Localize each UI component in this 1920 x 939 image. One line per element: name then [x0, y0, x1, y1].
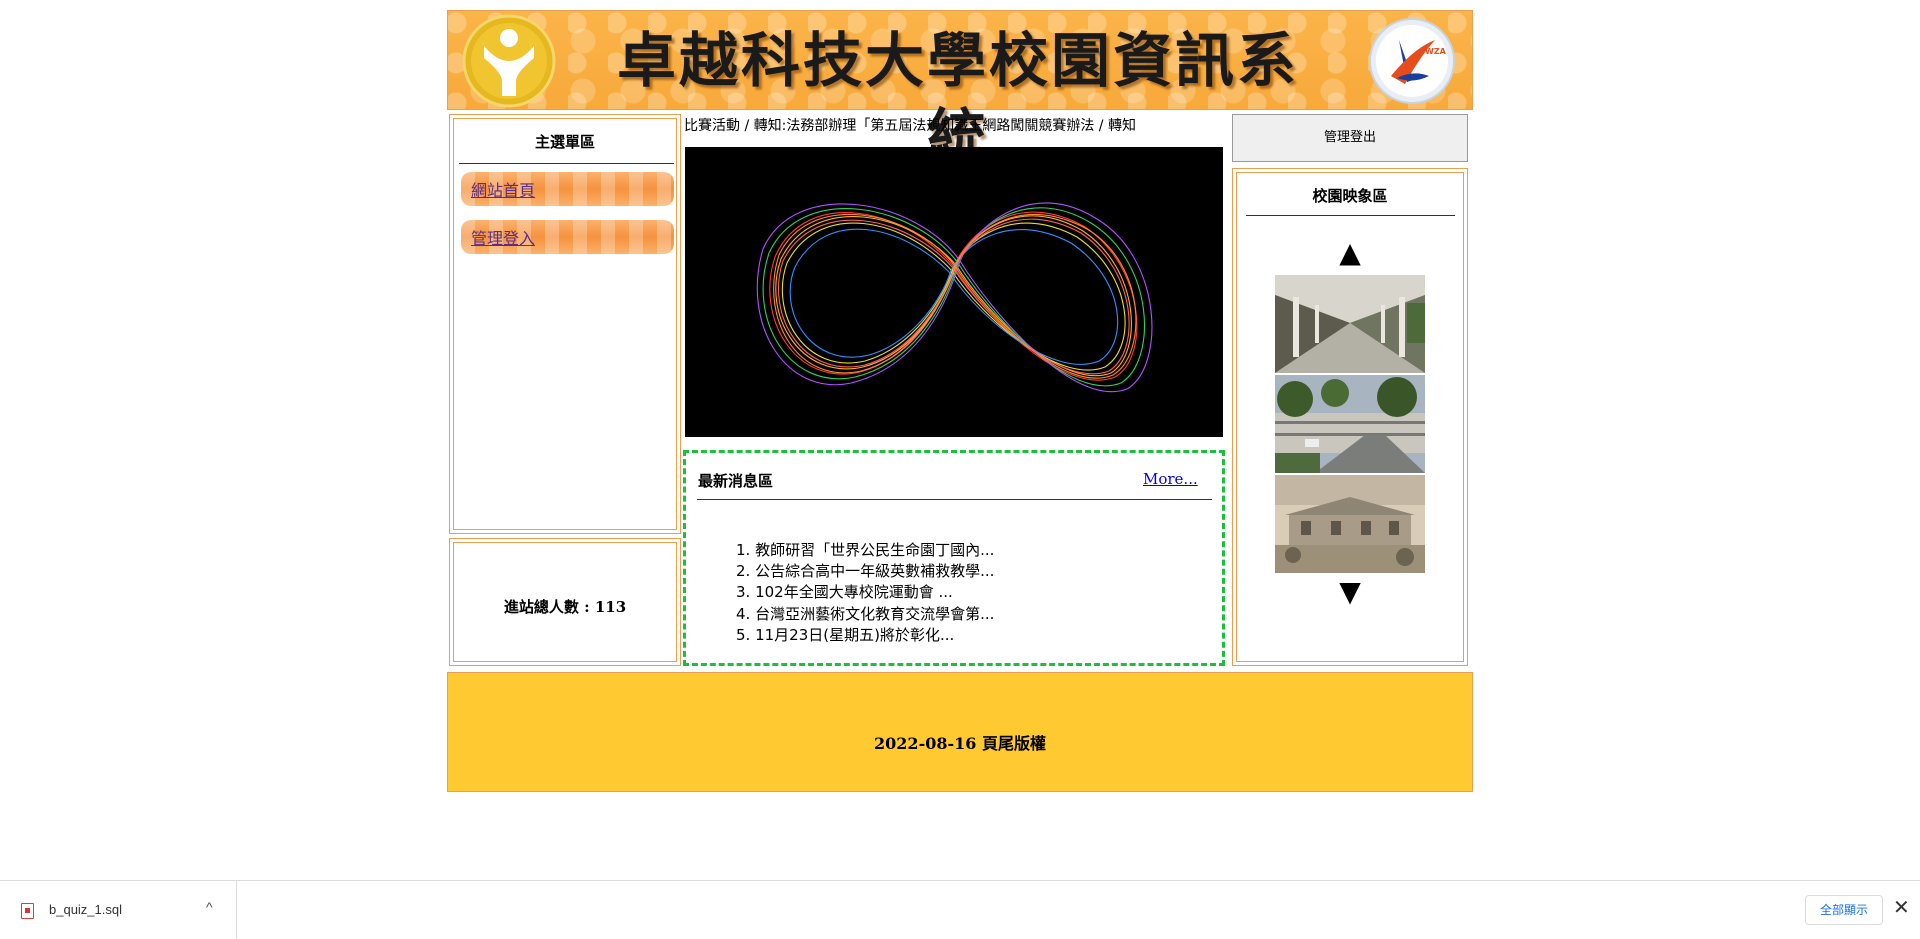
main-menu-divider [459, 163, 674, 164]
chevron-up-icon[interactable]: ^ [206, 899, 213, 915]
visitor-counter-text: 進站總人數 : 113 [503, 598, 627, 616]
campus-gallery-panel: 校園映象區 ▲ ▼ [1232, 168, 1468, 666]
logo-right-text: WZA [1425, 47, 1447, 56]
download-item[interactable]: b_quiz_1.sql ^ [0, 881, 237, 939]
news-item[interactable]: 3. 102年全國大專校院運動會 ... [736, 582, 994, 603]
download-file-name[interactable]: b_quiz_1.sql [49, 902, 122, 917]
gallery-up-arrow-icon[interactable]: ▲ [1233, 239, 1467, 267]
campus-photo-building[interactable] [1275, 475, 1425, 573]
main-menu-title: 主選單區 [534, 133, 595, 151]
campus-gallery-divider [1246, 215, 1455, 216]
site-footer: 2022-08-16 頁尾版權 [447, 672, 1473, 792]
visitor-counter-panel: 進站總人數 : 113 [449, 538, 681, 666]
anniversary-logo-icon: WZA [1369, 18, 1455, 104]
latest-news-title: 最新消息區 [698, 472, 774, 490]
close-icon[interactable]: ✕ [1893, 896, 1910, 920]
menu-item-home[interactable]: 網站首頁 [461, 172, 674, 206]
site-header: 卓越科技大學校園資訊系統 WZA [447, 10, 1473, 171]
menu-item-home-link[interactable]: 網站首頁 [471, 181, 535, 200]
school-emblem-icon [462, 14, 556, 108]
news-list: 1. 教師研習「世界公民生命園丁國內... 2. 公告綜合高中一年級英數補救教學… [736, 540, 994, 646]
footer-copyright-text: 2022-08-16 頁尾版權 [874, 734, 1046, 753]
download-bar: b_quiz_1.sql ^ 全部顯示 ✕ [0, 880, 1920, 939]
gallery-down-arrow-icon[interactable]: ▼ [1233, 578, 1467, 606]
menu-item-admin-login-link[interactable]: 管理登入 [471, 229, 535, 248]
campus-photo-corridor[interactable] [1275, 275, 1425, 373]
news-item[interactable]: 5. 11月23日(星期五)將於彰化... [736, 625, 994, 646]
show-all-downloads-button[interactable]: 全部顯示 [1805, 895, 1883, 925]
admin-logout-button[interactable]: 管理登出 [1232, 114, 1468, 162]
file-icon [21, 903, 34, 919]
latest-news-panel: 最新消息區 More... 1. 教師研習「世界公民生命園丁國內... 2. 公… [683, 450, 1225, 666]
news-item[interactable]: 4. 台灣亞洲藝術文化教育交流學會第... [736, 604, 994, 625]
campus-photo-driveway[interactable] [1275, 375, 1425, 473]
news-more-link[interactable]: More... [1143, 470, 1198, 488]
latest-news-divider [697, 499, 1212, 500]
page-container: 卓越科技大學校園資訊系統 WZA 主選單區 網站首頁 管理登入 進站總人數 : … [447, 10, 1473, 792]
showcase-animation [685, 147, 1223, 437]
marquee-text: 書法比賽活動 / 轉知:法務部辦理「第五屆法規知識王網路闖關競賽辦法 / 轉知 [684, 118, 1136, 134]
news-item[interactable]: 1. 教師研習「世界公民生命園丁國內... [736, 540, 994, 561]
menu-item-admin-login[interactable]: 管理登入 [461, 220, 674, 254]
campus-gallery-title: 校園映象區 [1312, 187, 1388, 205]
main-menu-panel: 主選單區 網站首頁 管理登入 [449, 114, 681, 534]
announcement-marquee: 書法比賽活動 / 轉知:法務部辦理「第五屆法規知識王網路闖關競賽辦法 / 轉知 [684, 114, 1220, 138]
news-item[interactable]: 2. 公告綜合高中一年級英數補救教學... [736, 561, 994, 582]
